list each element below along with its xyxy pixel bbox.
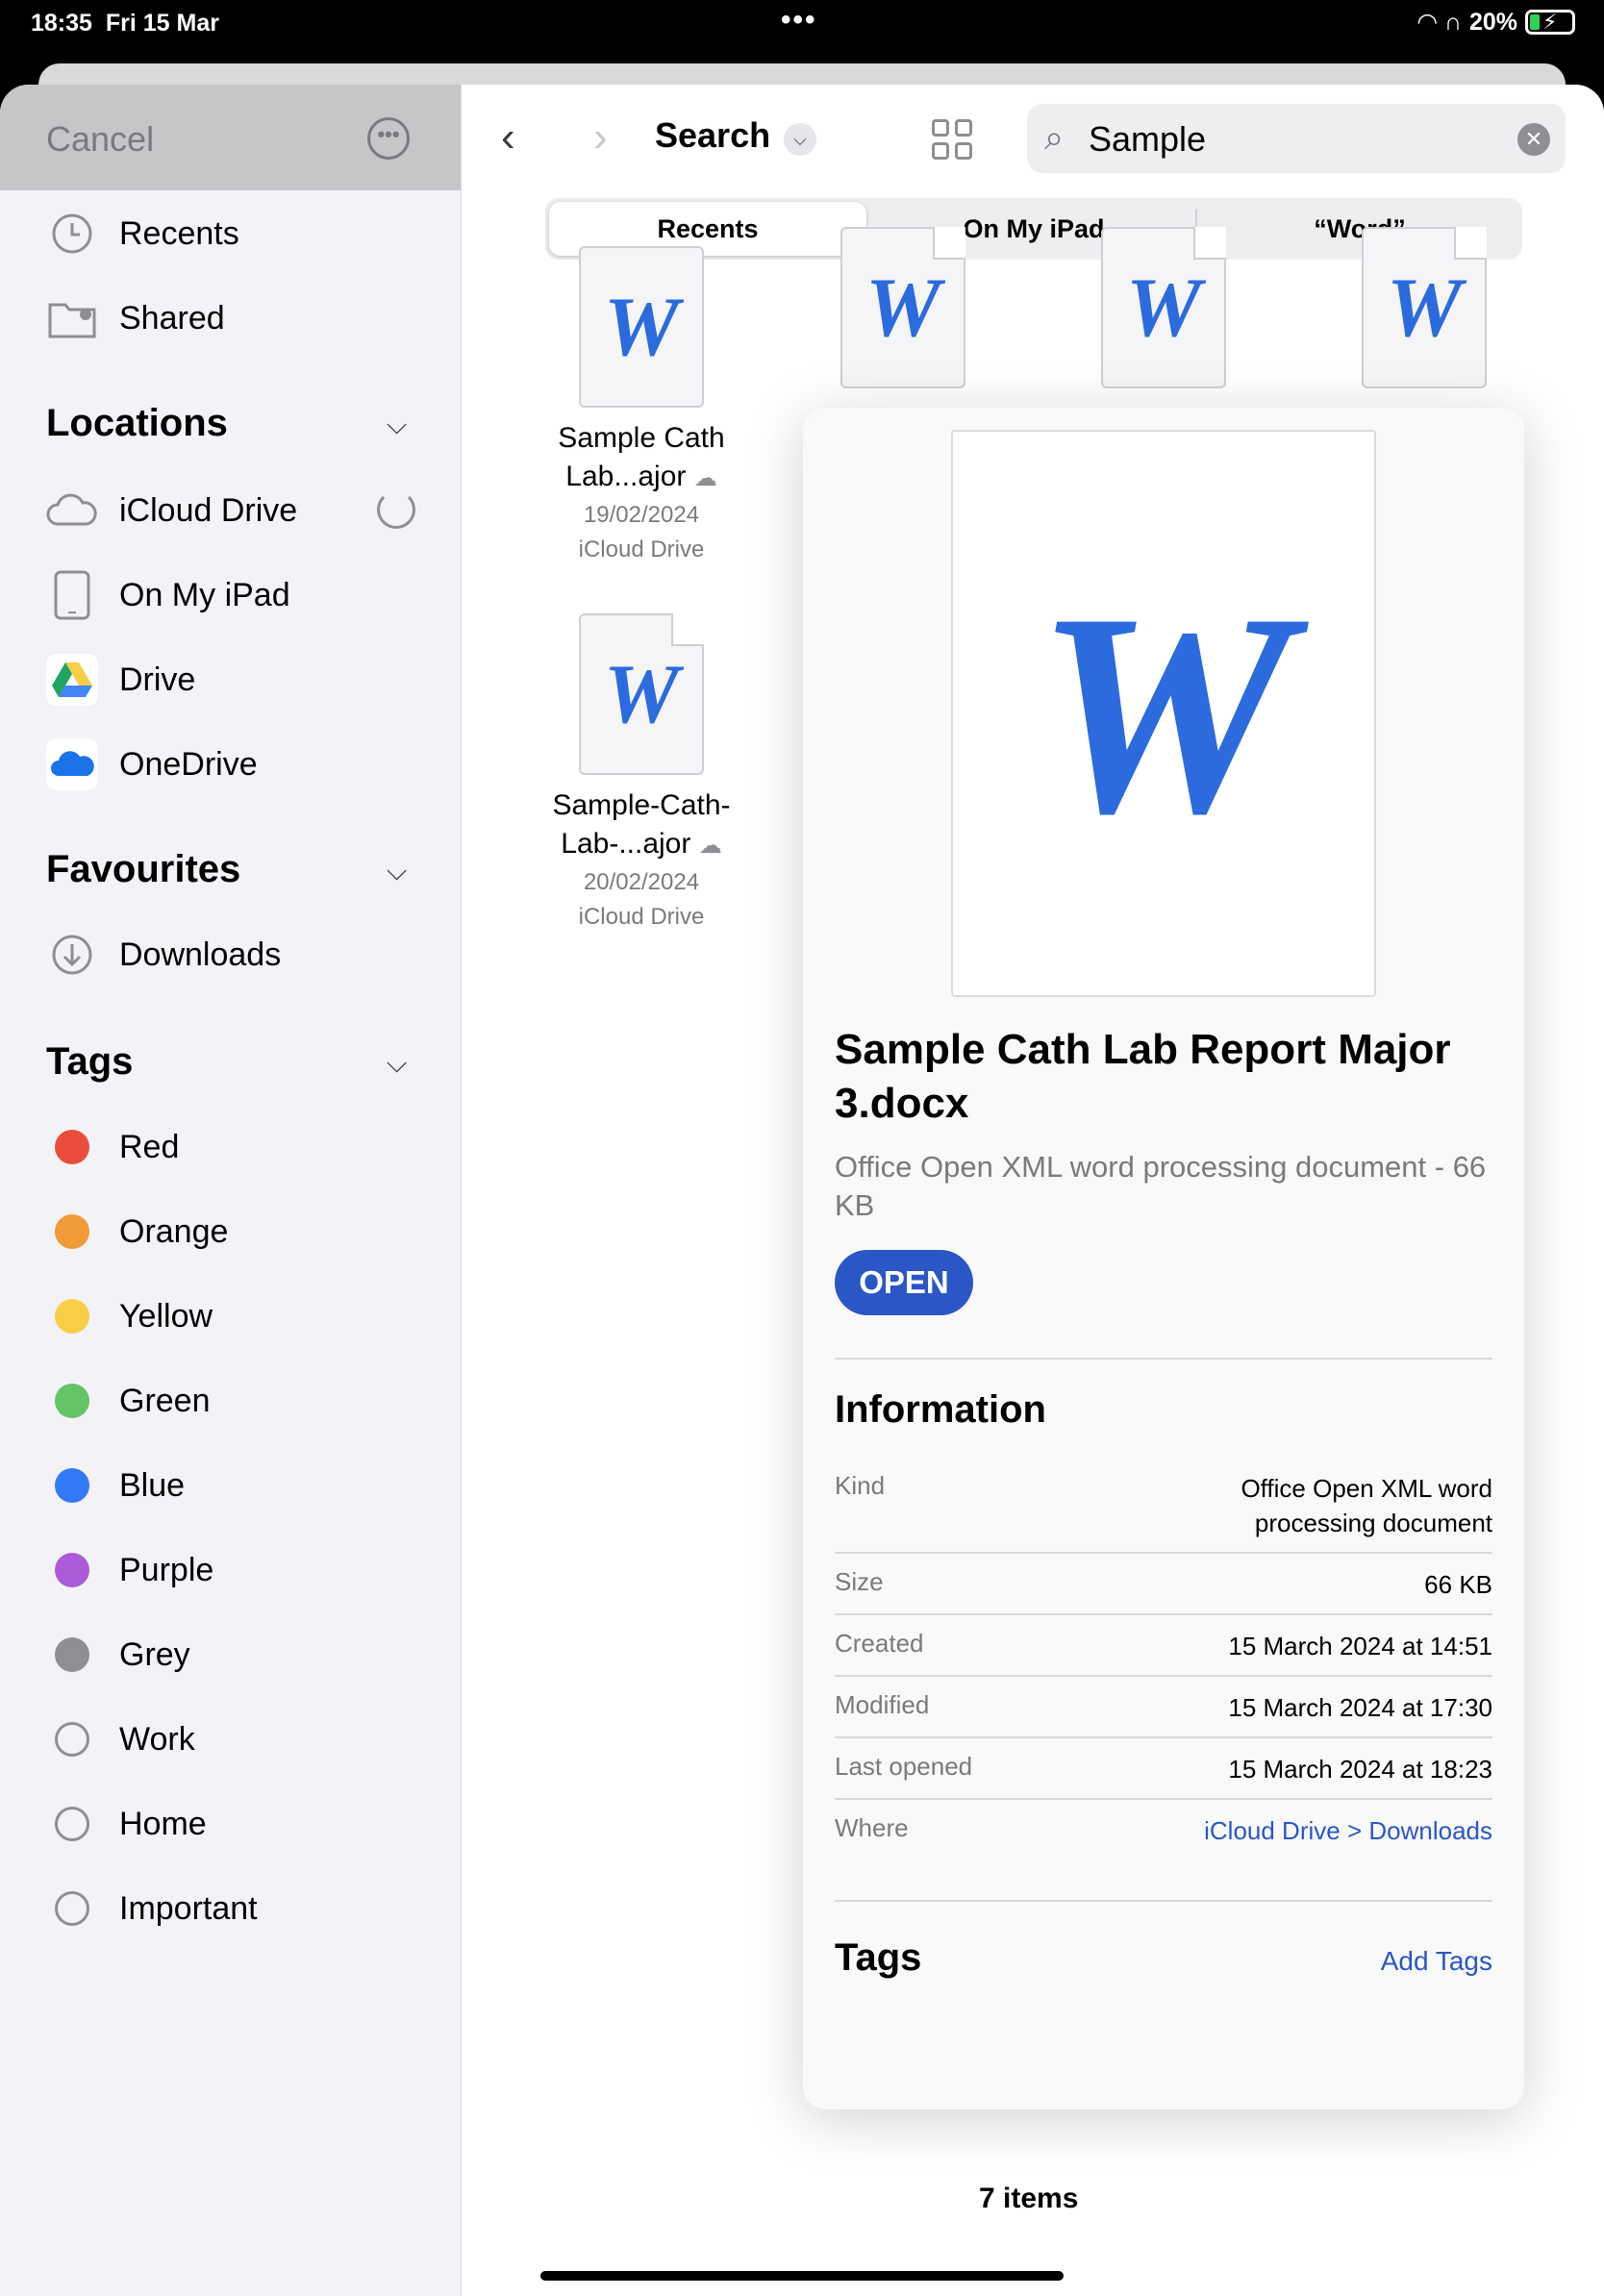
sidebar-item-on-my-ipad[interactable]: On My iPad [46, 569, 290, 621]
cancel-button[interactable]: Cancel [46, 119, 154, 160]
file-info-popover: W Sample Cath Lab Report Major 3.docx Of… [803, 408, 1524, 2109]
wifi-icon: ◠ [1417, 9, 1437, 36]
sidebar-tag-yellow[interactable]: Yellow [46, 1290, 213, 1342]
home-indicator[interactable] [540, 2271, 1064, 2281]
multitasking-dots-icon[interactable]: ••• [781, 4, 817, 37]
download-icon [46, 929, 98, 981]
forward-arrow-icon[interactable]: › [593, 113, 608, 162]
headphones-icon: ∩ [1443, 8, 1462, 36]
tag-empty-circle-icon [55, 1807, 89, 1841]
open-button[interactable]: OPEN [835, 1250, 973, 1315]
favourites-header: Favourites [46, 848, 241, 890]
tag-color-dot [55, 1553, 89, 1587]
info-row-kind: Kind Office Open XML word processing doc… [835, 1471, 1492, 1537]
sidebar-tag-grey[interactable]: Grey [46, 1629, 190, 1681]
status-time: 18:35 Fri 15 Mar [31, 10, 219, 37]
battery-percentage: 20% [1468, 8, 1517, 36]
chevron-down-icon[interactable]: ⌵ [387, 1048, 407, 1080]
sync-spinner-icon [377, 490, 415, 529]
chevron-down-icon[interactable]: ⌵ [387, 856, 407, 887]
sidebar-tag-purple[interactable]: Purple [46, 1544, 213, 1596]
back-arrow-icon[interactable]: ‹ [501, 113, 515, 162]
word-document-icon[interactable]: W [1101, 227, 1226, 388]
sidebar-item-onedrive[interactable]: OneDrive [46, 738, 258, 790]
word-document-icon: W [579, 613, 704, 775]
tag-color-dot [55, 1130, 89, 1164]
chevron-down-icon[interactable]: ⌵ [784, 123, 816, 156]
file-item[interactable]: W Sample-Cath- Lab-...ajor ☁ 20/02/2024 i… [540, 613, 742, 935]
battery-icon: ⚡ [1525, 10, 1575, 35]
sidebar-item-icloud-drive[interactable]: iCloud Drive [46, 485, 297, 537]
search-field[interactable]: ⌕ Sample ✕ [1027, 104, 1566, 173]
clock-icon [46, 208, 98, 260]
file-subtitle: Office Open XML word processing document… [835, 1150, 1487, 1222]
sidebar-tag-blue[interactable]: Blue [46, 1460, 185, 1511]
word-document-icon[interactable]: W [1362, 227, 1487, 388]
google-drive-icon [46, 654, 98, 706]
cloud-icon [46, 485, 98, 537]
add-tags-button[interactable]: Add Tags [1381, 1946, 1492, 1977]
item-count: 7 items [979, 2183, 1079, 2214]
tags-header: Tags [46, 1040, 134, 1083]
word-document-icon[interactable]: W [840, 227, 965, 388]
tag-color-dot [55, 1214, 89, 1249]
tag-empty-circle-icon [55, 1722, 89, 1757]
sidebar-tag-orange[interactable]: Orange [46, 1206, 228, 1258]
cloud-download-icon: ☁ [698, 833, 722, 859]
grid-view-icon[interactable] [932, 119, 972, 160]
tag-color-dot [55, 1384, 89, 1418]
shared-folder-icon [46, 292, 98, 344]
tags-section-header: Tags [835, 1936, 922, 1979]
file-item[interactable]: W Sample Cath Lab...ajor ☁ 19/02/2024 iCl… [540, 246, 742, 567]
onedrive-icon [46, 738, 98, 790]
ipad-icon [46, 569, 98, 621]
sidebar-tag-red[interactable]: Red [46, 1121, 179, 1173]
divider [835, 1358, 1492, 1360]
sidebar-item-downloads[interactable]: Downloads [46, 929, 281, 981]
sidebar: Cancel ••• Recents Shared Locations ⌵ iC… [0, 85, 462, 2296]
cloud-download-icon: ☁ [693, 465, 717, 491]
sidebar-tag-home[interactable]: Home [46, 1798, 207, 1850]
sidebar-tag-green[interactable]: Green [46, 1375, 211, 1427]
sidebar-tag-important[interactable]: Important [46, 1883, 258, 1934]
tag-color-dot [55, 1299, 89, 1334]
search-input[interactable]: Sample [1089, 119, 1206, 160]
more-options-icon[interactable]: ••• [367, 117, 410, 160]
tag-color-dot [55, 1637, 89, 1672]
sidebar-item-recents[interactable]: Recents [46, 208, 239, 260]
tag-color-dot [55, 1468, 89, 1503]
status-bar: 18:35 Fri 15 Mar ••• ◠ ∩ 20% ⚡ [0, 0, 1604, 46]
sidebar-item-drive[interactable]: Drive [46, 654, 195, 706]
tag-empty-circle-icon [55, 1891, 89, 1926]
locations-header: Locations [46, 402, 228, 444]
word-document-icon: W [579, 246, 704, 408]
where-path-link[interactable]: iCloud Drive > Downloads [1204, 1813, 1492, 1848]
file-title: Sample Cath Lab Report Major 3.docx [835, 1026, 1451, 1127]
information-header: Information [835, 1388, 1046, 1431]
clear-search-icon[interactable]: ✕ [1517, 123, 1550, 156]
sidebar-tag-work[interactable]: Work [46, 1713, 195, 1765]
files-picker-sheet: Cancel ••• Recents Shared Locations ⌵ iC… [0, 85, 1604, 2296]
sidebar-item-shared[interactable]: Shared [46, 292, 225, 344]
document-preview[interactable]: W [951, 430, 1376, 997]
page-title: Search [655, 115, 771, 155]
main-content: ‹ › Search ⌵ ⌕ Sample ✕ Recents On My iP… [463, 85, 1604, 2296]
word-document-icon: W [1035, 554, 1292, 873]
search-icon: ⌕ [1044, 117, 1065, 157]
chevron-down-icon[interactable]: ⌵ [387, 410, 407, 441]
